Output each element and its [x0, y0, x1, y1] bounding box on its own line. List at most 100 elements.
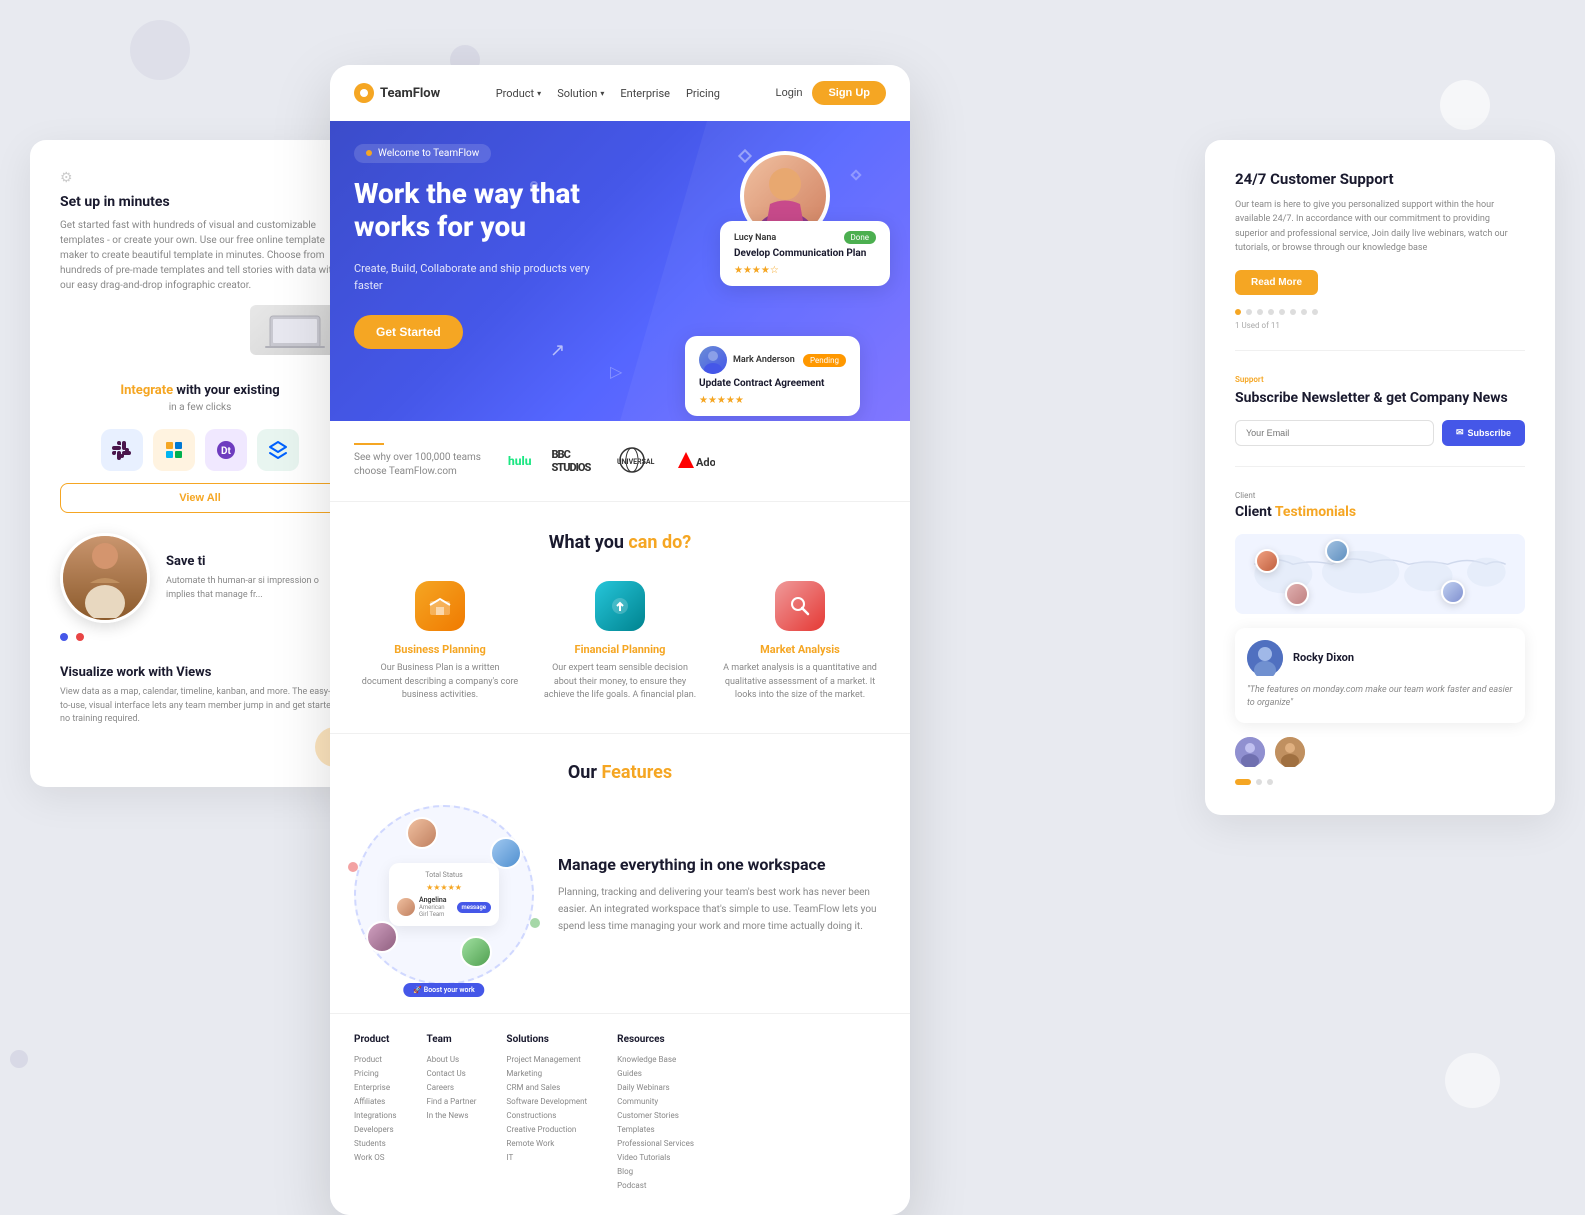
task-stars-mark: ★★★★★ [699, 395, 846, 406]
mark-avatar [699, 346, 727, 374]
world-map [1235, 534, 1525, 614]
message-badge: message [457, 902, 491, 913]
nav-pricing[interactable]: Pricing [686, 87, 720, 100]
footer-link[interactable]: Software Development [506, 1097, 587, 1106]
task-user-mark: Mark Anderson [733, 355, 795, 365]
footer-link[interactable]: Daily Webinars [617, 1083, 694, 1092]
person-avatar [60, 533, 150, 623]
nav-product[interactable]: Product ▾ [496, 87, 541, 100]
footer-link[interactable]: Community [617, 1097, 694, 1106]
footer-link[interactable]: Creative Production [506, 1125, 587, 1134]
testimonial-card: Rocky Dixon "The features on monday.com … [1235, 628, 1525, 723]
testimonial-quote: "The features on monday.com make our tea… [1247, 684, 1513, 711]
footer-link[interactable]: Remote Work [506, 1139, 587, 1148]
nav-enterprise[interactable]: Enterprise [620, 87, 670, 100]
dot-active [1235, 309, 1241, 315]
footer-resources-col: Resources Knowledge Base Guides Daily We… [617, 1034, 694, 1195]
footer-link[interactable]: In the News [427, 1111, 477, 1120]
view-all-button[interactable]: View All [60, 483, 340, 513]
support-section: 24/7 Customer Support Our team is here t… [1235, 170, 1525, 351]
footer-link[interactable]: Enterprise [354, 1083, 397, 1092]
footer-link[interactable]: Project Management [506, 1055, 587, 1064]
footer-solutions-title: Solutions [506, 1034, 587, 1045]
footer-link[interactable]: About Us [427, 1055, 477, 1064]
footer-link[interactable]: CRM and Sales [506, 1083, 587, 1092]
newsletter-email-input[interactable] [1235, 420, 1434, 446]
task-status-done: Done [844, 231, 876, 244]
color-dots [60, 633, 340, 641]
get-started-button[interactable]: Get Started [354, 315, 463, 349]
footer-link[interactable]: Constructions [506, 1111, 587, 1120]
dot [1268, 309, 1274, 315]
svg-text:Adobe: Adobe [696, 456, 715, 469]
newsletter-section: Support Subscribe Newsletter & get Compa… [1235, 375, 1525, 467]
bg-deco-circle-1 [130, 20, 190, 80]
dot [1246, 309, 1252, 315]
footer-link[interactable]: Integrations [354, 1111, 397, 1120]
testimonial-dots [1235, 779, 1525, 785]
footer-link[interactable]: Marketing [506, 1069, 587, 1078]
footer-link[interactable]: Affiliates [354, 1097, 397, 1106]
subscribe-button[interactable]: ✉ Subscribe [1442, 420, 1525, 446]
brand-bbc: BBCSTUDIOS [551, 448, 590, 474]
testimonial-dot[interactable] [1267, 779, 1273, 785]
laptop-illustration [265, 312, 325, 348]
read-more-button[interactable]: Read More [1235, 270, 1318, 295]
integration-icon-4 [257, 429, 299, 471]
testimonial-dot[interactable] [1256, 779, 1262, 785]
footer-link[interactable]: Developers [354, 1125, 397, 1134]
footer-link[interactable]: Find a Partner [427, 1097, 477, 1106]
footer-link[interactable]: Podcast [617, 1181, 694, 1190]
footer-link[interactable]: Video Tutorials [617, 1153, 694, 1162]
feature-business: Business Planning Our Business Plan is a… [360, 581, 520, 703]
dot [1257, 309, 1263, 315]
footer-link[interactable]: Blog [617, 1167, 694, 1176]
setup-section: ⚙ Set up in minutes Get started fast wit… [60, 170, 340, 355]
footer-link[interactable]: Work OS [354, 1153, 397, 1162]
footer-link[interactable]: Customer Stories [617, 1111, 694, 1120]
business-icon [415, 581, 465, 631]
map-avatar-4 [1285, 582, 1309, 606]
footer-link[interactable]: IT [506, 1153, 587, 1162]
person-figure [75, 538, 135, 618]
main-nav: TeamFlow Product ▾ Solution ▾ Enterprise… [330, 65, 910, 121]
footer-link[interactable]: Knowledge Base [617, 1055, 694, 1064]
dot [1279, 309, 1285, 315]
footer-link[interactable]: Professional Services [617, 1139, 694, 1148]
testimonials-label: Client [1235, 491, 1525, 500]
task-user-lucy: Lucy Nana [734, 233, 776, 243]
map-avatar-2 [1325, 539, 1349, 563]
site-footer: Product Product Pricing Enterprise Affil… [330, 1013, 910, 1215]
testimonial-dot-active[interactable] [1235, 779, 1251, 785]
save-time-section: Save ti Automate th human-ar si impressi… [60, 533, 340, 623]
login-button[interactable]: Login [776, 87, 803, 99]
visualize-section: Visualize work with Views View data as a… [60, 665, 340, 727]
signup-button[interactable]: Sign Up [812, 81, 886, 105]
integrate-title: Integrate with your existing [60, 383, 340, 398]
footer-link[interactable]: Students [354, 1139, 397, 1148]
center-panel: TeamFlow Product ▾ Solution ▾ Enterprise… [330, 65, 910, 1215]
task-status-pending: Pending [803, 354, 846, 367]
subscribe-icon: ✉ [1456, 427, 1464, 438]
nav-solution[interactable]: Solution ▾ [557, 87, 604, 100]
setup-text: Get started fast with hundreds of visual… [60, 218, 340, 293]
footer-link[interactable]: Careers [427, 1083, 477, 1092]
footer-link[interactable]: Contact Us [427, 1069, 477, 1078]
footer-link[interactable]: Templates [617, 1125, 694, 1134]
integrate-subtitle: in a few clicks [60, 402, 340, 413]
hero-section: ▷ Lucy Lucy Nana Done D [330, 121, 910, 421]
market-desc: A market analysis is a quantitative and … [720, 662, 880, 703]
footer-link[interactable]: Product [354, 1055, 397, 1064]
angelina-role: American Girl Team [419, 904, 453, 918]
our-features-section: Our Features Total Status ★★★★★ [330, 734, 910, 1013]
our-features-title: Our Features [354, 762, 886, 783]
newsletter-form: ✉ Subscribe [1235, 420, 1525, 446]
features-row: Business Planning Our Business Plan is a… [354, 581, 886, 703]
business-name: Business Planning [360, 643, 520, 656]
left-panel: ⚙ Set up in minutes Get started fast wit… [30, 140, 370, 787]
integrate-title-rest: with your existing [173, 383, 280, 398]
footer-link[interactable]: Pricing [354, 1069, 397, 1078]
footer-solutions-col: Solutions Project Management Marketing C… [506, 1034, 587, 1195]
footer-link[interactable]: Guides [617, 1069, 694, 1078]
what-section: What you can do? Business Planning Our B… [330, 502, 910, 734]
